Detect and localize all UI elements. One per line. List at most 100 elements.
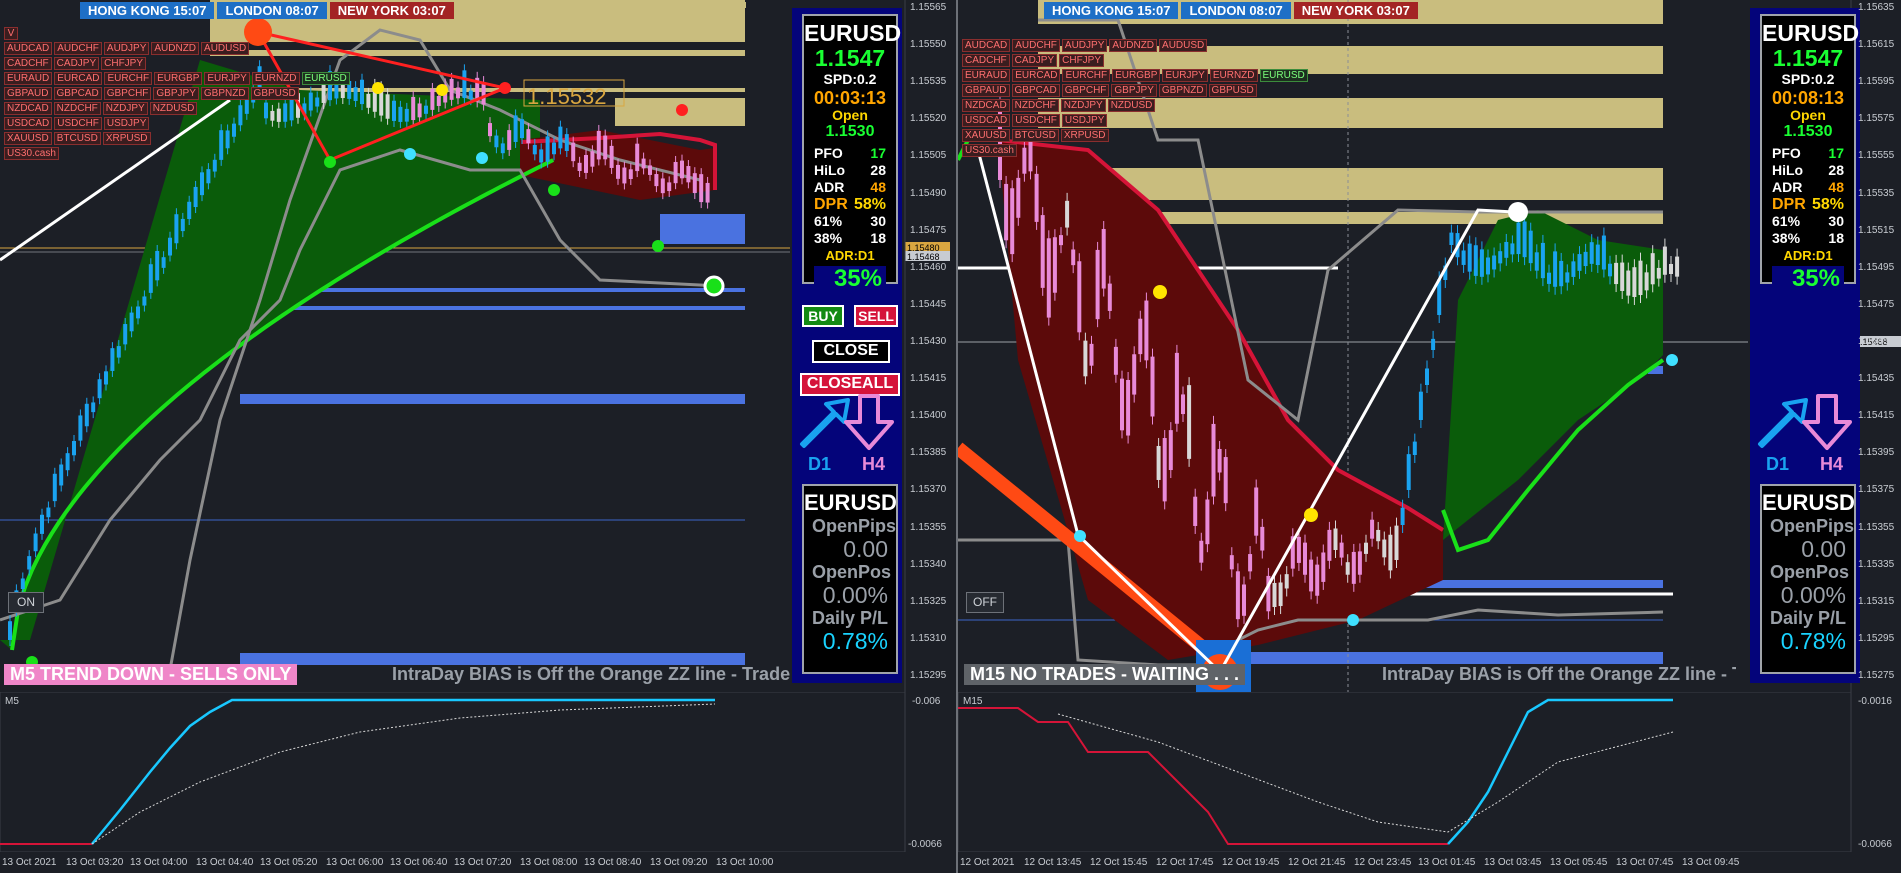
sell-button[interactable]: SELL [854,305,898,327]
pair-button-audcad[interactable]: AUDCAD [4,42,53,55]
pair-button-gbpcad[interactable]: GBPCAD [1011,84,1060,97]
pair-button-btcusd[interactable]: BTCUSD [1011,129,1059,142]
pair-button-nzdusd[interactable]: NZDUSD [1107,99,1156,112]
chart-window-m15[interactable]: 1.15468 HONG KONG 15:07 LONDON 08:07 NEW… [958,0,1901,873]
pair-button-gbpcad[interactable]: GBPCAD [53,87,102,100]
candle [1254,487,1259,536]
pair-button-cadchf[interactable]: CADCHF [4,57,52,70]
pair-button-eurnzd[interactable]: EURNZD [251,72,300,85]
pair-button-xauusd[interactable]: XAUUSD [962,129,1010,142]
pair-button-btcusd[interactable]: BTCUSD [53,132,101,145]
pair-button-eurjpy[interactable]: EURJPY [204,72,250,85]
pair-button-gbpnzd[interactable]: GBPNZD [1158,84,1207,97]
pair-button-v[interactable]: V [4,27,18,40]
candle [616,164,620,179]
candle [1559,260,1564,287]
pair-button-nzdchf[interactable]: NZDCHF [53,102,101,115]
indicator-subwindow[interactable] [958,692,1901,852]
signal-dot-green [548,184,560,196]
indicator-frame [0,692,906,852]
pair-button-usdjpy[interactable]: USDJPY [103,117,150,130]
pair-button-usdcad[interactable]: USDCAD [4,117,53,130]
candle [1187,385,1192,459]
candle [1522,221,1527,258]
pair-button-audchf[interactable]: AUDCHF [1012,39,1060,52]
pair-button-xrpusd[interactable]: XRPUSD [1060,129,1109,142]
price-tick: 1.15445 [910,298,947,310]
price-tick: 1.15355 [1858,521,1895,533]
pair-button-eurusd[interactable]: EURUSD [301,72,350,85]
pair-button-xauusd[interactable]: XAUUSD [4,132,52,145]
pair-button-xrpusd[interactable]: XRPUSD [102,132,151,145]
pair-button-nzdcad[interactable]: NZDCAD [962,99,1010,112]
candle [65,453,70,471]
pair-button-gbpaud[interactable]: GBPAUD [962,84,1010,97]
pair-button-nzdcad[interactable]: NZDCAD [4,102,52,115]
pair-button-gbpnzd[interactable]: GBPNZD [200,87,249,100]
pair-button-audusd[interactable]: AUDUSD [1159,39,1208,52]
pair-button-gbpchf[interactable]: GBPCHF [103,87,152,100]
pair-button-gbpusd[interactable]: GBPUSD [1208,84,1257,97]
pair-button-cadchf[interactable]: CADCHF [962,54,1010,67]
pair-button-usdchf[interactable]: USDCHF [54,117,102,130]
pair-button-euraud[interactable]: EURAUD [4,72,53,85]
pair-button-nzdjpy[interactable]: NZDJPY [102,102,148,115]
pair-button-eurusd[interactable]: EURUSD [1259,69,1308,82]
pair-button-usdjpy[interactable]: USDJPY [1061,114,1108,127]
price-tick: 1.15355 [910,521,947,533]
pair-button-audcad[interactable]: AUDCAD [962,39,1011,52]
pair-button-chfjpy[interactable]: CHFJPY [1059,54,1105,67]
pair-button-nzdusd[interactable]: NZDUSD [149,102,198,115]
pair-button-usdchf[interactable]: USDCHF [1012,114,1060,127]
close-button[interactable]: CLOSE [812,340,890,363]
candle [46,507,51,518]
pair-button-nzdjpy[interactable]: NZDJPY [1060,99,1106,112]
buy-button[interactable]: BUY [802,305,844,327]
pair-button-euraud[interactable]: EURAUD [962,69,1011,82]
pair-selector[interactable]: V AUDCAD AUDCHF AUDJPY AUDNZD AUDUSD CADCHF CAD… [4,27,350,162]
pair-button-eurgbp[interactable]: EURGBP [1112,69,1161,82]
current-price: 1.1547 [1772,45,1844,71]
pair-button-nzdchf[interactable]: NZDCHF [1011,99,1059,112]
pair-button-eurchf[interactable]: EURCHF [104,72,153,85]
candle [193,186,198,208]
pair-button-audnzd[interactable]: AUDNZD [1109,39,1158,52]
toggle-off-button[interactable]: OFF [966,592,1004,613]
fib-61: 61% 30 [814,213,886,229]
pair-button-usdcad[interactable]: USDCAD [962,114,1011,127]
chart-window-m5[interactable]: 1.15532 1.15480 1.15468 HONG KONG 15:07 LO… [0,0,956,873]
pair-button-eurjpy[interactable]: EURJPY [1162,69,1208,82]
pair-button-gbpusd[interactable]: GBPUSD [250,87,299,100]
candle [1510,243,1515,255]
pair-button-eurnzd[interactable]: EURNZD [1209,69,1258,82]
candle [1126,379,1131,436]
candle [577,162,582,172]
time-tick: 12 Oct 17:45 [1156,857,1214,868]
pair-selector[interactable]: AUDCAD AUDCHF AUDJPY AUDNZD AUDUSD CADCHF CADJ… [962,39,1308,159]
pair-button-eurchf[interactable]: EURCHF [1062,69,1111,82]
pair-button-audnzd[interactable]: AUDNZD [151,42,200,55]
pair-button-cadjpy[interactable]: CADJPY [1011,54,1058,67]
pair-button-audchf[interactable]: AUDCHF [54,42,102,55]
pair-row: EURAUD EURCAD EURCHF EURGBP EURJPY EURNZD EURU… [4,72,350,85]
pair-button-gbpchf[interactable]: GBPCHF [1061,84,1110,97]
pair-button-audjpy[interactable]: AUDJPY [1061,39,1108,52]
pair-button-audusd[interactable]: AUDUSD [201,42,250,55]
candle [494,135,499,148]
pair-button-us30-cash[interactable]: US30.cash [4,147,59,160]
pair-button-chfjpy[interactable]: CHFJPY [101,57,147,70]
openpos-label: OpenPos [1770,562,1850,582]
indicator-subwindow[interactable] [0,692,956,852]
pair-button-eurcad[interactable]: EURCAD [54,72,103,85]
candle [168,237,172,256]
pair-button-gbpjpy[interactable]: GBPJPY [153,87,199,100]
pair-button-gbpaud[interactable]: GBPAUD [4,87,52,100]
session-clock-bar: HONG KONG 15:07 LONDON 08:07 NEW YORK 03… [80,2,454,20]
toggle-on-button[interactable]: ON [8,592,44,613]
pair-button-eurcad[interactable]: EURCAD [1012,69,1061,82]
pair-button-gbpjpy[interactable]: GBPJPY [1111,84,1157,97]
pair-button-audjpy[interactable]: AUDJPY [103,42,150,55]
pair-button-cadjpy[interactable]: CADJPY [53,57,100,70]
pair-button-eurgbp[interactable]: EURGBP [154,72,203,85]
pair-button-us30-cash[interactable]: US30.cash [962,144,1017,157]
